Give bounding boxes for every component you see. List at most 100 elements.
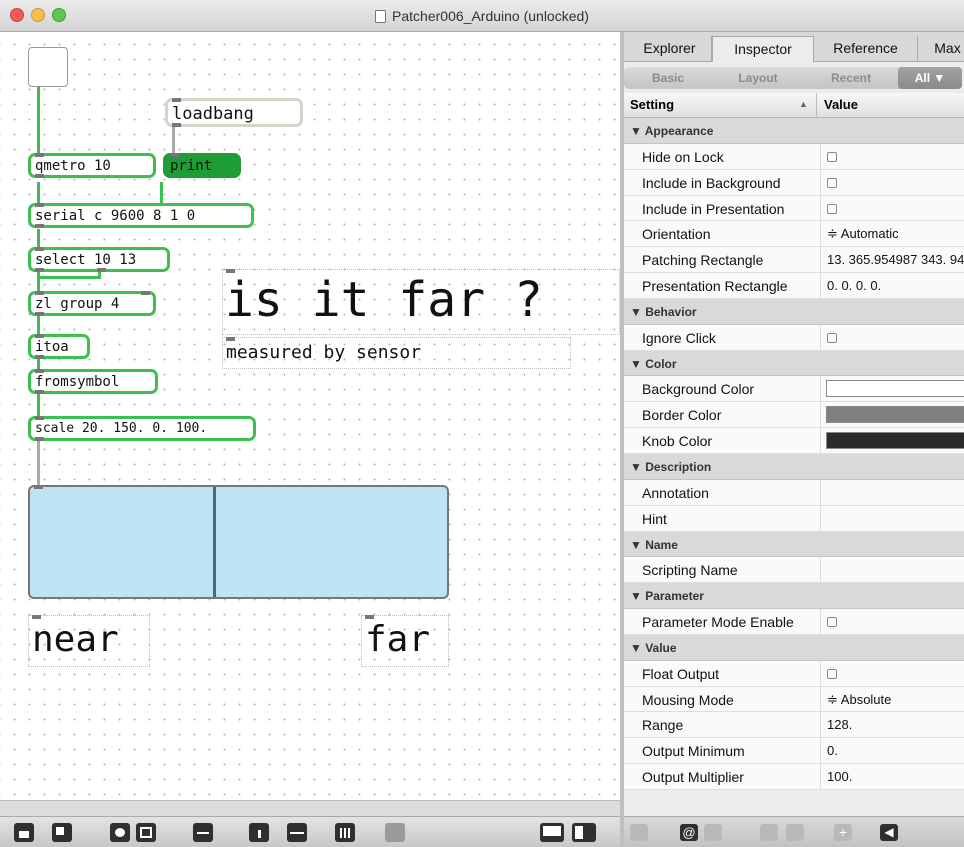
- setting-column-header[interactable]: Setting: [630, 97, 674, 112]
- inspector-section-header[interactable]: ▼ Color: [624, 350, 964, 377]
- inspector-row[interactable]: Float Output: [624, 660, 964, 687]
- list-icon[interactable]: [704, 824, 722, 841]
- comment-near[interactable]: near: [28, 615, 150, 667]
- inlet[interactable]: [35, 369, 44, 373]
- color-swatch[interactable]: [826, 380, 964, 398]
- patching-mode-icon[interactable]: [540, 823, 564, 842]
- inspector-row[interactable]: Knob Color: [624, 428, 964, 454]
- inspector-row[interactable]: Ignore Click: [624, 324, 964, 351]
- setting-value[interactable]: 0.: [827, 743, 838, 758]
- setting-checkbox[interactable]: [827, 617, 837, 628]
- patcher-canvas[interactable]: loadbang qmetro 10 print serial c 9600 8…: [0, 32, 620, 800]
- setting-checkbox[interactable]: [827, 151, 837, 162]
- new-toggle-icon[interactable]: [136, 823, 156, 842]
- slider-icon[interactable]: [287, 823, 307, 842]
- inspector-row[interactable]: Range 128.: [624, 712, 964, 739]
- inspector-row[interactable]: Hide on Lock: [624, 143, 964, 170]
- new-function-icon[interactable]: [193, 823, 213, 842]
- inspector-row[interactable]: Orientation ≑ Automatic: [624, 221, 964, 248]
- zl-group-object[interactable]: zl group 4: [28, 291, 156, 316]
- inspector-row[interactable]: Include in Background: [624, 169, 964, 196]
- outlet[interactable]: [35, 224, 44, 228]
- setting-value[interactable]: 100.: [827, 769, 852, 784]
- inlet[interactable]: [226, 269, 235, 273]
- inspector-section-header[interactable]: ▼ Behavior: [624, 298, 964, 325]
- inspector-row[interactable]: Annotation: [624, 479, 964, 506]
- inlet[interactable]: [35, 153, 44, 157]
- comment-far[interactable]: far: [361, 615, 449, 667]
- column-divider[interactable]: [816, 93, 817, 118]
- inspector-section-header[interactable]: ▼ Appearance: [624, 118, 964, 144]
- presentation-mode-icon[interactable]: [572, 823, 596, 842]
- settings-icon[interactable]: [630, 824, 648, 841]
- subtab-all[interactable]: All ▼: [898, 67, 962, 89]
- patch-cord[interactable]: [172, 125, 175, 155]
- inspector-row[interactable]: Presentation Rectangle 0. 0. 0. 0.: [624, 273, 964, 299]
- value-column-header[interactable]: Value: [824, 97, 858, 112]
- comment-subtitle[interactable]: measured by sensor: [222, 337, 571, 369]
- inlet[interactable]: [32, 615, 41, 619]
- inspector-row[interactable]: Output Multiplier 100.: [624, 764, 964, 790]
- setting-value[interactable]: 13. 365.954987 343. 94: [827, 252, 964, 267]
- setting-checkbox[interactable]: [827, 203, 837, 214]
- patch-cord[interactable]: [37, 182, 40, 204]
- inlet[interactable]: [226, 337, 235, 341]
- inspector-row[interactable]: Include in Presentation: [624, 195, 964, 222]
- tab-explorer[interactable]: Explorer: [628, 36, 712, 62]
- setting-value[interactable]: ≑ Absolute: [827, 692, 891, 708]
- subtab-basic[interactable]: Basic: [624, 71, 712, 89]
- inlet[interactable]: [35, 291, 44, 295]
- setting-value[interactable]: 0. 0. 0. 0.: [827, 278, 881, 293]
- setting-checkbox[interactable]: [827, 332, 837, 343]
- sort-ascending-icon[interactable]: ▲: [799, 99, 808, 109]
- patch-cord[interactable]: [37, 276, 101, 279]
- inspector-section-header[interactable]: ▼ Parameter: [624, 583, 964, 610]
- inspector-section-header[interactable]: ▼ Name: [624, 531, 964, 558]
- back-icon[interactable]: ◀: [880, 824, 898, 841]
- toggle-box[interactable]: [28, 47, 68, 87]
- inspector-row[interactable]: Output Minimum 0.: [624, 738, 964, 765]
- setting-value[interactable]: ≑ Automatic: [827, 226, 899, 242]
- inspector-row[interactable]: Background Color: [624, 376, 964, 403]
- setting-value[interactable]: 128.: [827, 717, 852, 732]
- inlet[interactable]: [34, 485, 43, 489]
- patch-cord[interactable]: [37, 87, 40, 159]
- new-button-icon[interactable]: [110, 823, 130, 842]
- outlet[interactable]: [35, 174, 44, 178]
- outlet[interactable]: [35, 268, 44, 272]
- fromsymbol-object[interactable]: fromsymbol: [28, 369, 158, 394]
- subtab-recent[interactable]: Recent: [804, 71, 898, 89]
- grid-icon[interactable]: [335, 823, 355, 842]
- itoa-object[interactable]: itoa: [28, 334, 90, 359]
- inlet[interactable]: [365, 615, 374, 619]
- patch-cord[interactable]: [37, 316, 40, 336]
- qmetro-object[interactable]: qmetro 10: [28, 153, 156, 178]
- outlet[interactable]: [35, 390, 44, 394]
- inlet[interactable]: [170, 153, 179, 157]
- lock-icon[interactable]: [14, 823, 34, 842]
- serial-object[interactable]: serial c 9600 8 1 0: [28, 203, 254, 228]
- inlet[interactable]: [35, 247, 44, 251]
- add-icon[interactable]: +: [834, 824, 852, 841]
- tab-max[interactable]: Max: [918, 36, 964, 62]
- inspector-row[interactable]: Border Color: [624, 402, 964, 429]
- inspector-section-header[interactable]: ▼ Description: [624, 453, 964, 480]
- outlet[interactable]: [35, 355, 44, 359]
- print-object[interactable]: print: [163, 153, 241, 178]
- inlet[interactable]: [35, 203, 44, 207]
- select-object[interactable]: select 10 13: [28, 247, 170, 272]
- snowflake-icon[interactable]: [760, 824, 778, 841]
- tab-reference[interactable]: Reference: [814, 36, 918, 62]
- outlet[interactable]: [35, 312, 44, 316]
- at-icon[interactable]: @: [680, 824, 698, 841]
- loadbang-object[interactable]: loadbang: [165, 98, 303, 127]
- subtab-layout[interactable]: Layout: [712, 71, 804, 89]
- slider-knob[interactable]: [213, 487, 216, 597]
- gear-icon[interactable]: [786, 824, 804, 841]
- info-icon[interactable]: [249, 823, 269, 842]
- setting-checkbox[interactable]: [827, 177, 837, 188]
- inspector-row[interactable]: Patching Rectangle 13. 365.954987 343. 94: [624, 247, 964, 274]
- comment-big-title[interactable]: is it far ?: [222, 269, 620, 335]
- tab-inspector[interactable]: Inspector: [712, 36, 814, 62]
- setting-checkbox[interactable]: [827, 668, 837, 679]
